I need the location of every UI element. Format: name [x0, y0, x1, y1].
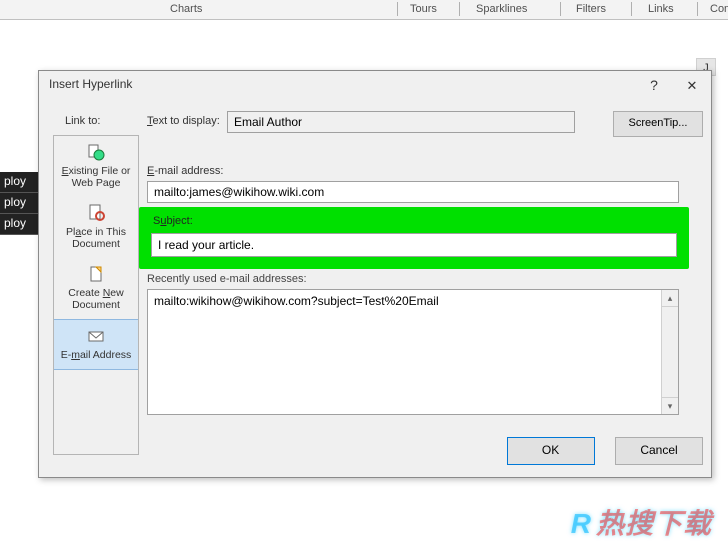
text-to-display-label: Text to display: [147, 115, 220, 127]
sidebar-email-address[interactable]: E-mail Address [54, 319, 138, 370]
ok-button[interactable]: OK [507, 437, 595, 465]
ribbon-separator [459, 2, 460, 16]
subject-input[interactable] [151, 233, 677, 257]
sheet-cell[interactable]: ploy [0, 214, 38, 235]
list-item[interactable]: mailto:wikihow@wikihow.com?subject=Test%… [154, 294, 672, 308]
insert-hyperlink-dialog: Insert Hyperlink ? ✕ Link to: Existing F… [38, 70, 712, 478]
dialog-button-row: OK Cancel [491, 437, 703, 465]
globe-document-icon [86, 142, 106, 162]
ribbon-separator [560, 2, 561, 16]
link-to-label: Link to: [65, 115, 100, 127]
recently-used-listbox[interactable]: mailto:wikihow@wikihow.com?subject=Test%… [147, 289, 679, 415]
ribbon-group-filters: Filters [576, 3, 606, 15]
scrollbar[interactable]: ▴ ▾ [661, 290, 678, 414]
screentip-button[interactable]: ScreenTip... [613, 111, 703, 137]
link-to-sidebar: Existing File or Web Page Place in This … [53, 135, 139, 455]
help-button[interactable]: ? [645, 77, 663, 95]
dialog-title: Insert Hyperlink [49, 77, 132, 91]
scroll-down-icon[interactable]: ▾ [662, 397, 678, 414]
ribbon-group-links: Links [648, 3, 674, 15]
cancel-button[interactable]: Cancel [615, 437, 703, 465]
recently-used-label: Recently used e-mail addresses: [147, 273, 307, 285]
ribbon-group-charts: Charts [170, 3, 202, 15]
email-address-label: E-mail address: [147, 165, 223, 177]
ribbon-group-tours: Tours [410, 3, 437, 15]
email-address-input[interactable] [147, 181, 679, 203]
subject-highlight: Subject: [139, 207, 689, 269]
sheet-cell[interactable]: ploy [0, 172, 38, 193]
ribbon-group-sparklines: Sparklines [476, 3, 527, 15]
document-target-icon [86, 203, 106, 223]
sidebar-existing-file[interactable]: Existing File or Web Page [54, 136, 138, 197]
text-to-display-input[interactable] [227, 111, 575, 133]
ribbon-separator [631, 2, 632, 16]
dialog-body: Link to: Existing File or Web Page Place… [47, 101, 703, 469]
subject-label: Subject: [153, 215, 193, 227]
sidebar-create-new-document[interactable]: Create New Document [54, 258, 138, 319]
ribbon-separator [397, 2, 398, 16]
ribbon-bar: Charts Tours Sparklines Filters Links Co… [0, 0, 728, 20]
ribbon-separator [697, 2, 698, 16]
dialog-titlebar[interactable]: Insert Hyperlink ? ✕ [39, 71, 711, 101]
sidebar-place-in-document[interactable]: Place in This Document [54, 197, 138, 258]
sheet-cell[interactable]: ploy [0, 193, 38, 214]
new-document-icon [86, 264, 106, 284]
scroll-up-icon[interactable]: ▴ [662, 290, 678, 307]
envelope-icon [86, 326, 106, 346]
close-button[interactable]: ✕ [683, 77, 701, 95]
form-area: Text to display: ScreenTip... E-mail add… [147, 111, 703, 469]
ribbon-group-com: Com [710, 3, 728, 15]
